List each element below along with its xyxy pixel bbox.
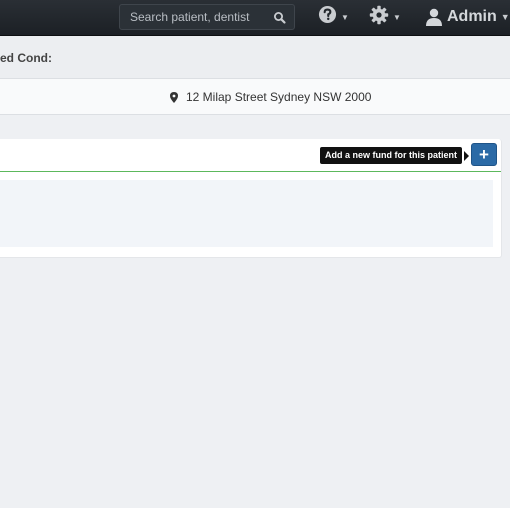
user-name: Admin bbox=[447, 8, 497, 25]
condition-label: ed Cond: bbox=[0, 51, 52, 65]
funds-list-empty bbox=[0, 180, 493, 247]
address-text: 12 Milap Street Sydney NSW 2000 bbox=[186, 90, 372, 104]
question-circle-icon bbox=[318, 5, 337, 29]
settings-menu[interactable]: ▼ bbox=[369, 5, 401, 30]
user-menu[interactable]: Admin ▼ bbox=[425, 6, 510, 28]
tooltip-arrow bbox=[464, 151, 469, 161]
patient-address: 12 Milap Street Sydney NSW 2000 bbox=[170, 90, 371, 104]
search-input[interactable] bbox=[120, 5, 270, 29]
chevron-down-icon: ▼ bbox=[500, 12, 510, 22]
condition-bar: ed Cond: bbox=[0, 36, 510, 79]
add-fund-tooltip: Add a new fund for this patient bbox=[320, 147, 462, 164]
gear-icon bbox=[369, 5, 389, 30]
add-fund-button[interactable]: + bbox=[471, 143, 497, 166]
funds-panel-header: Add a new fund for this patient + bbox=[0, 139, 501, 172]
chevron-down-icon: ▼ bbox=[393, 12, 401, 22]
chevron-down-icon: ▼ bbox=[341, 12, 349, 22]
map-marker-icon bbox=[170, 91, 178, 103]
top-navbar: ▼ ▼ Admin ▼ bbox=[0, 0, 510, 36]
plus-icon: + bbox=[479, 144, 489, 164]
search-icon[interactable] bbox=[273, 11, 287, 25]
user-icon bbox=[426, 8, 442, 26]
address-bar: 12 Milap Street Sydney NSW 2000 bbox=[0, 79, 510, 115]
search-box bbox=[119, 4, 295, 30]
funds-panel: Add a new fund for this patient + bbox=[0, 139, 502, 258]
help-menu[interactable]: ▼ bbox=[318, 5, 349, 29]
